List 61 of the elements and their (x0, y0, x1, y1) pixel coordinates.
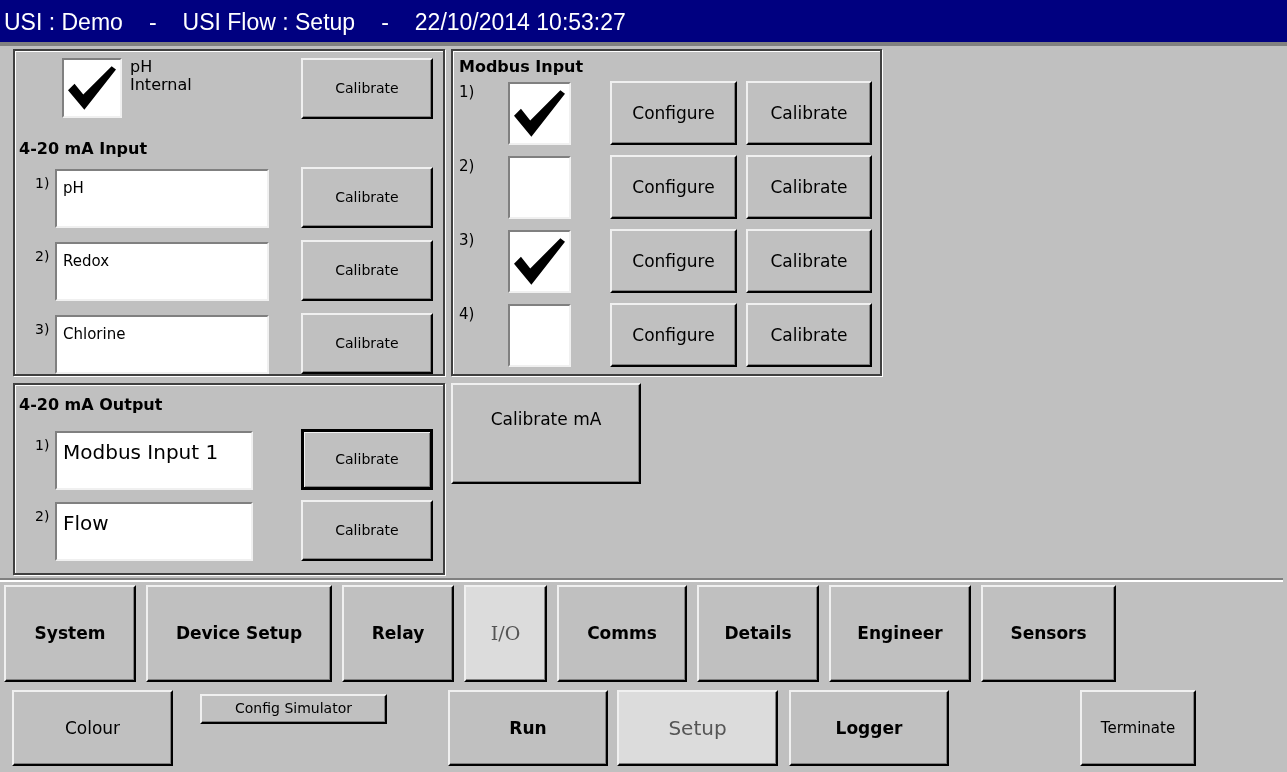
input-field[interactable]: Chlorine (55, 315, 269, 374)
row-number: 2) (34, 247, 51, 266)
nav-tab[interactable]: System (4, 585, 136, 682)
calibrate-button[interactable]: Calibrate (301, 500, 433, 561)
sensor-label: pH (130, 58, 154, 77)
configure-button[interactable]: Configure (610, 303, 737, 367)
command-button[interactable]: Setup (617, 690, 778, 766)
checkbox[interactable] (62, 58, 122, 118)
separator-text: - (381, 9, 389, 35)
nav-tab[interactable]: Relay (342, 585, 454, 682)
section-title: Modbus Input (459, 56, 585, 78)
nav-tab[interactable]: Device Setup (146, 585, 332, 682)
calibrate-button[interactable]: Calibrate (301, 167, 433, 228)
calibrate-button[interactable]: Calibrate (301, 313, 433, 374)
section-title: 4-20 mA Input (19, 138, 149, 160)
nav-tab[interactable]: Comms (557, 585, 687, 682)
nav-tab[interactable]: I/O (464, 585, 547, 682)
checkmark-icon (514, 89, 565, 138)
checkbox[interactable] (508, 304, 571, 367)
calibrate-button[interactable]: Calibrate (746, 229, 872, 293)
command-button[interactable]: Colour (12, 690, 173, 766)
input-field[interactable]: pH (55, 169, 269, 228)
title-text: USI Flow : Setup (182, 9, 356, 35)
row-number: 3) (34, 320, 51, 339)
calibrate-button[interactable]: Calibrate (301, 429, 433, 490)
input-field[interactable]: Redox (55, 242, 269, 301)
command-button[interactable]: Config Simulator (200, 694, 387, 724)
row-number: 1) (458, 82, 476, 103)
calibrate-ma-button[interactable]: Calibrate mA (451, 383, 641, 484)
row-number: 4) (458, 304, 476, 325)
checkbox[interactable] (508, 230, 571, 293)
command-button[interactable]: Terminate (1080, 690, 1196, 766)
section-title: 4-20 mA Output (19, 394, 164, 416)
row-number: 2) (458, 156, 476, 177)
checkbox[interactable] (508, 82, 571, 145)
row-number: 2) (34, 507, 51, 526)
calibrate-button[interactable]: Calibrate (301, 58, 433, 119)
command-button[interactable]: Run (448, 690, 608, 766)
configure-button[interactable]: Configure (610, 155, 737, 219)
calibrate-button[interactable]: Calibrate (746, 81, 872, 145)
calibrate-button[interactable]: Calibrate (301, 240, 433, 301)
configure-button[interactable]: Configure (610, 81, 737, 145)
title-text: USI : Demo (4, 9, 123, 35)
calibrate-button[interactable]: Calibrate (746, 155, 872, 219)
nav-tab[interactable]: Engineer (829, 585, 971, 682)
row-number: 1) (34, 436, 51, 455)
row-number: 1) (34, 174, 51, 193)
nav-tab[interactable]: Sensors (981, 585, 1116, 682)
checkmark-icon (68, 65, 116, 111)
sensor-sublabel: Internal (130, 76, 192, 95)
command-button[interactable]: Logger (789, 690, 949, 766)
checkbox[interactable] (508, 156, 571, 219)
configure-button[interactable]: Configure (610, 229, 737, 293)
input-field[interactable]: Flow (55, 502, 253, 561)
calibrate-button[interactable]: Calibrate (746, 303, 872, 367)
checkmark-icon (514, 237, 565, 286)
title-text: 22/10/2014 10:53:27 (414, 9, 626, 35)
row-number: 3) (458, 230, 476, 251)
nav-tab[interactable]: Details (697, 585, 819, 682)
separator-text: - (148, 9, 157, 35)
input-field[interactable]: Modbus Input 1 (55, 431, 253, 490)
